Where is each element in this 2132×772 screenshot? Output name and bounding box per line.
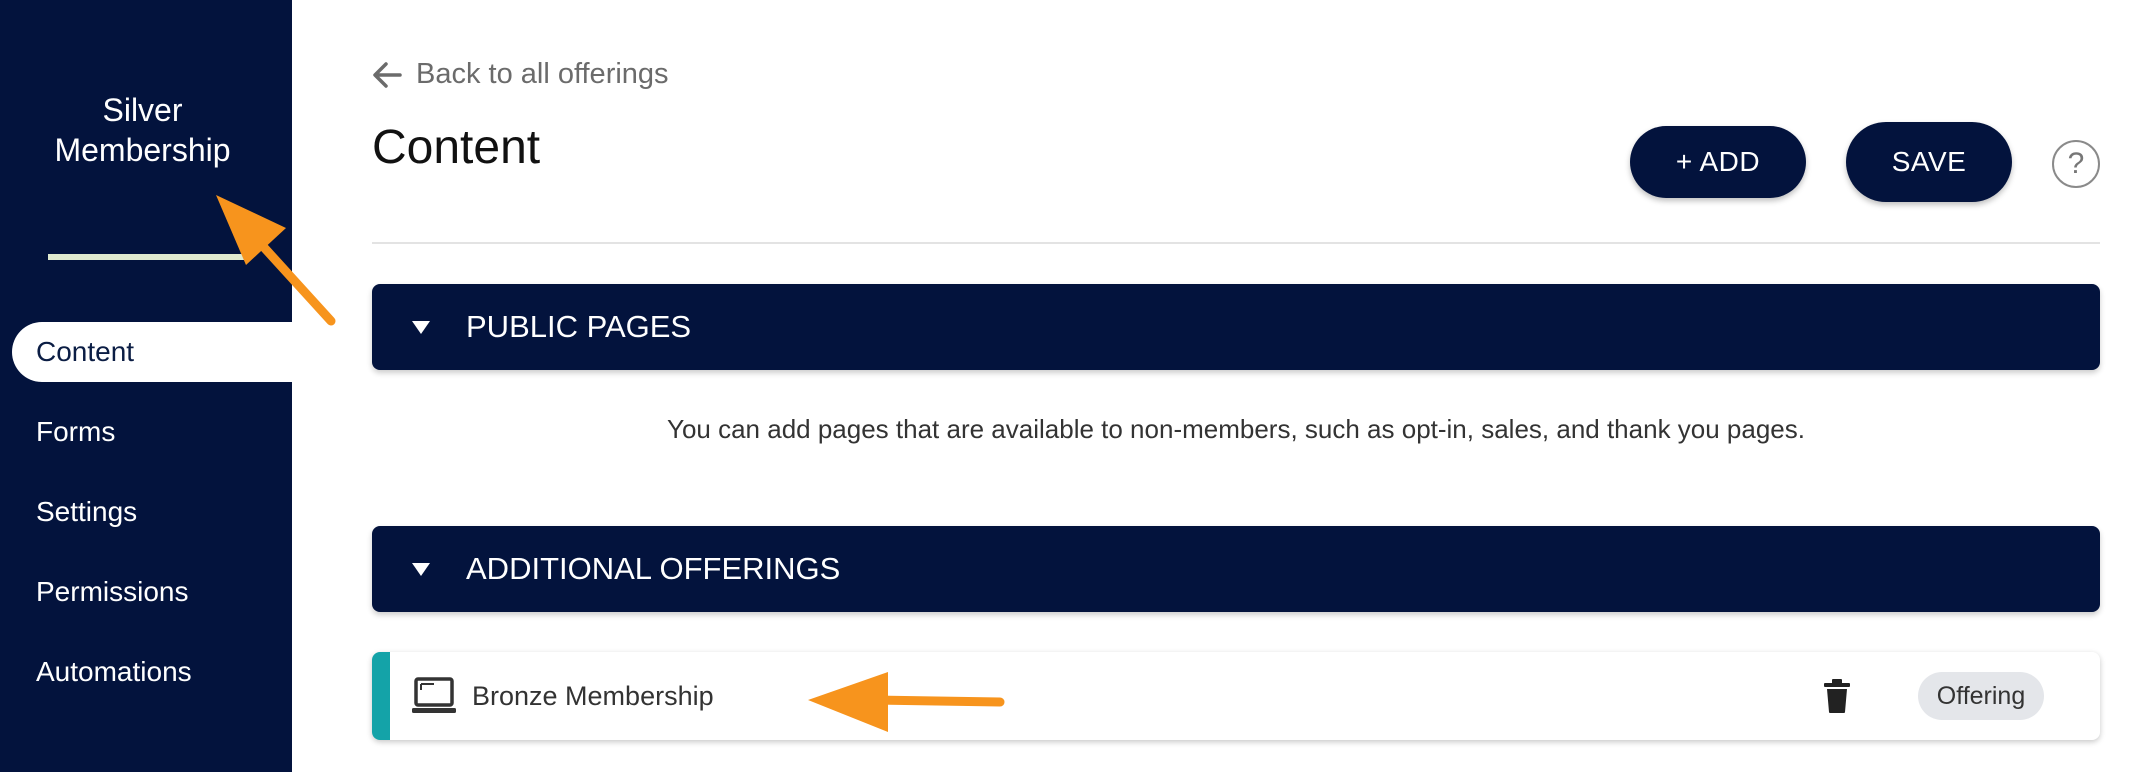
sidebar-item-content[interactable]: Content [12, 322, 292, 382]
page-title: Content [372, 121, 541, 174]
caret-down-icon [412, 562, 430, 576]
help-icon[interactable]: ? [2052, 140, 2100, 188]
sidebar-item-label: Settings [36, 496, 138, 527]
add-button[interactable]: + ADD [1630, 126, 1806, 198]
additional-offerings-header[interactable]: ADDITIONAL OFFERINGS [372, 526, 2100, 612]
sidebar-divider [48, 254, 248, 260]
sidebar-item-permissions[interactable]: Permissions [0, 562, 292, 622]
help-label: ? [2067, 147, 2085, 180]
sidebar-item-label: Permissions [36, 576, 189, 607]
offering-row[interactable]: Bronze Membership Offering [372, 652, 2100, 740]
arrow-left-icon [373, 61, 402, 88]
sidebar-item-automations[interactable]: Automations [0, 642, 292, 702]
offering-title: Silver Membership [54, 92, 231, 168]
row-accent-bar [372, 652, 390, 740]
section-title: PUBLIC PAGES [466, 309, 692, 344]
sidebar: Silver Membership Content Forms Settings… [0, 0, 292, 772]
back-link[interactable]: Back to all offerings [372, 58, 669, 91]
public-pages-header[interactable]: PUBLIC PAGES [372, 284, 2100, 370]
sidebar-item-settings[interactable]: Settings [0, 482, 292, 542]
sidebar-item-label: Automations [36, 656, 192, 687]
back-link-label: Back to all offerings [416, 58, 669, 90]
header-divider [372, 242, 2100, 244]
sidebar-nav: Content Forms Settings Permissions Autom… [0, 322, 292, 722]
section-title: ADDITIONAL OFFERINGS [466, 551, 841, 586]
caret-down-icon [412, 320, 430, 334]
sidebar-item-label: Content [36, 336, 135, 367]
public-pages-note: You can add pages that are available to … [667, 414, 1805, 444]
sidebar-item-label: Forms [36, 416, 116, 447]
offering-name: Bronze Membership [472, 680, 714, 711]
save-button[interactable]: SAVE [1846, 122, 2012, 202]
trash-icon[interactable] [1822, 678, 1852, 714]
sidebar-item-forms[interactable]: Forms [0, 402, 292, 462]
offering-badge: Offering [1918, 672, 2044, 720]
laptop-icon [412, 677, 456, 713]
